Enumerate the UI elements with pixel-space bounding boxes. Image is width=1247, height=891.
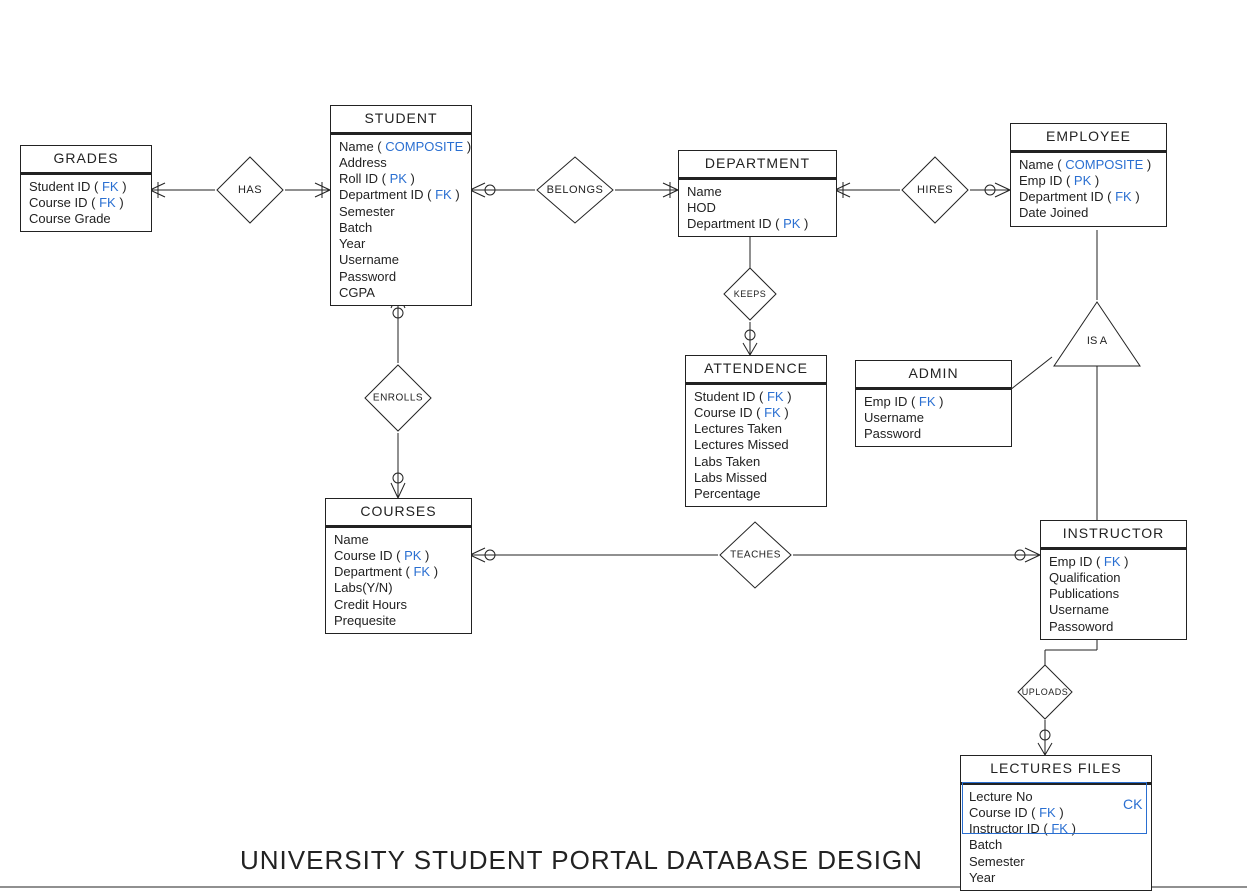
relationship-isa: IS A xyxy=(1052,300,1142,370)
attribute: Password xyxy=(339,269,463,285)
attribute: Name ( COMPOSITE ) xyxy=(1019,157,1158,173)
attribute: Department ID ( FK ) xyxy=(1019,189,1158,205)
attribute: CGPA xyxy=(339,285,463,301)
attribute: Address xyxy=(339,155,463,171)
attribute: Publications xyxy=(1049,586,1178,602)
entity-instructor: INSTRUCTOR Emp ID ( FK )QualificationPub… xyxy=(1040,520,1187,640)
attribute: Username xyxy=(864,410,1003,426)
entity-title: ADMIN xyxy=(856,361,1011,388)
page-title: UNIVERSITY STUDENT PORTAL DATABASE DESIG… xyxy=(240,845,923,876)
entity-attendence: ATTENDENCE Student ID ( FK )Course ID ( … xyxy=(685,355,827,507)
relationship-teaches: TEACHES xyxy=(718,520,793,590)
attribute: Emp ID ( FK ) xyxy=(864,394,1003,410)
attribute: Batch xyxy=(969,837,1143,853)
entity-courses: COURSES NameCourse ID ( PK )Department (… xyxy=(325,498,472,634)
attribute: Year xyxy=(339,236,463,252)
attribute: Department ( FK ) xyxy=(334,564,463,580)
entity-body: Emp ID ( FK )QualificationPublicationsUs… xyxy=(1041,550,1186,639)
attribute: Emp ID ( FK ) xyxy=(1049,554,1178,570)
attribute: Batch xyxy=(339,220,463,236)
er-diagram-canvas: GRADES Student ID ( FK )Course ID ( FK )… xyxy=(0,0,1247,889)
attribute: Passoword xyxy=(1049,619,1178,635)
entity-body: Emp ID ( FK )UsernamePassword xyxy=(856,390,1011,447)
attribute: Course ID ( FK ) xyxy=(29,195,143,211)
attribute: Prequesite xyxy=(334,613,463,629)
attribute: Name xyxy=(334,532,463,548)
relationship-has: HAS xyxy=(215,155,285,225)
attribute: Username xyxy=(1049,602,1178,618)
entity-title: DEPARTMENT xyxy=(679,151,836,178)
entity-title: INSTRUCTOR xyxy=(1041,521,1186,548)
relationship-uploads: UPLOADS xyxy=(1016,663,1074,721)
relationship-hires: HIRES xyxy=(900,155,970,225)
entity-employee: EMPLOYEE Name ( COMPOSITE )Emp ID ( PK )… xyxy=(1010,123,1167,227)
entity-grades: GRADES Student ID ( FK )Course ID ( FK )… xyxy=(20,145,152,232)
entity-student: STUDENT Name ( COMPOSITE )AddressRoll ID… xyxy=(330,105,472,306)
attribute: Labs(Y/N) xyxy=(334,580,463,596)
entity-title: STUDENT xyxy=(331,106,471,133)
entity-body: Student ID ( FK )Course ID ( FK )Course … xyxy=(21,175,151,232)
attribute: Name xyxy=(687,184,828,200)
attribute: Lectures Missed xyxy=(694,437,818,453)
attribute: Labs Taken xyxy=(694,454,818,470)
attribute: Year xyxy=(969,870,1143,886)
attribute: Percentage xyxy=(694,486,818,502)
attribute: HOD xyxy=(687,200,828,216)
attribute: Credit Hours xyxy=(334,597,463,613)
attribute: Roll ID ( PK ) xyxy=(339,171,463,187)
attribute: Password xyxy=(864,426,1003,442)
attribute: Name ( COMPOSITE ) xyxy=(339,139,463,155)
entity-title: COURSES xyxy=(326,499,471,526)
ck-label: CK xyxy=(1123,796,1142,812)
attribute: Course Grade xyxy=(29,211,143,227)
attribute: Department ID ( FK ) xyxy=(339,187,463,203)
entity-title: ATTENDENCE xyxy=(686,356,826,383)
relationship-belongs: BELONGS xyxy=(535,155,615,225)
attribute: Username xyxy=(339,252,463,268)
relationship-enrolls: ENROLLS xyxy=(363,363,433,433)
entity-body: Name ( COMPOSITE )AddressRoll ID ( PK )D… xyxy=(331,135,471,306)
entity-admin: ADMIN Emp ID ( FK )UsernamePassword xyxy=(855,360,1012,447)
attribute: Semester xyxy=(969,854,1143,870)
attribute: Lectures Taken xyxy=(694,421,818,437)
attribute: Student ID ( FK ) xyxy=(694,389,818,405)
entity-title: LECTURES FILES xyxy=(961,756,1151,783)
attribute: Student ID ( FK ) xyxy=(29,179,143,195)
attribute: Department ID ( PK ) xyxy=(687,216,828,232)
entity-body: NameCourse ID ( PK )Department ( FK )Lab… xyxy=(326,528,471,634)
entity-body: NameHODDepartment ID ( PK ) xyxy=(679,180,836,237)
entity-body: Name ( COMPOSITE )Emp ID ( PK )Departmen… xyxy=(1011,153,1166,226)
attribute: Qualification xyxy=(1049,570,1178,586)
attribute: Date Joined xyxy=(1019,205,1158,221)
entity-title: EMPLOYEE xyxy=(1011,124,1166,151)
entity-department: DEPARTMENT NameHODDepartment ID ( PK ) xyxy=(678,150,837,237)
attribute: Semester xyxy=(339,204,463,220)
attribute: Emp ID ( PK ) xyxy=(1019,173,1158,189)
entity-body: Student ID ( FK )Course ID ( FK )Lecture… xyxy=(686,385,826,507)
entity-title: GRADES xyxy=(21,146,151,173)
attribute: Labs Missed xyxy=(694,470,818,486)
attribute: Course ID ( FK ) xyxy=(694,405,818,421)
relationship-keeps: KEEPS xyxy=(722,266,778,322)
attribute: Course ID ( PK ) xyxy=(334,548,463,564)
ck-highlight-box xyxy=(962,782,1147,834)
